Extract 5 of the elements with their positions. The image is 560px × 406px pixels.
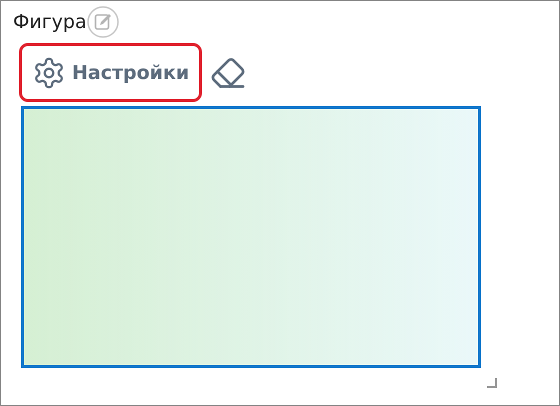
shape-title: Фигура xyxy=(13,11,87,33)
gradient-rectangle[interactable] xyxy=(21,106,481,368)
settings-button[interactable]: Настройки xyxy=(19,43,202,102)
resize-handle-icon[interactable] xyxy=(485,376,498,389)
settings-icon xyxy=(32,56,66,90)
